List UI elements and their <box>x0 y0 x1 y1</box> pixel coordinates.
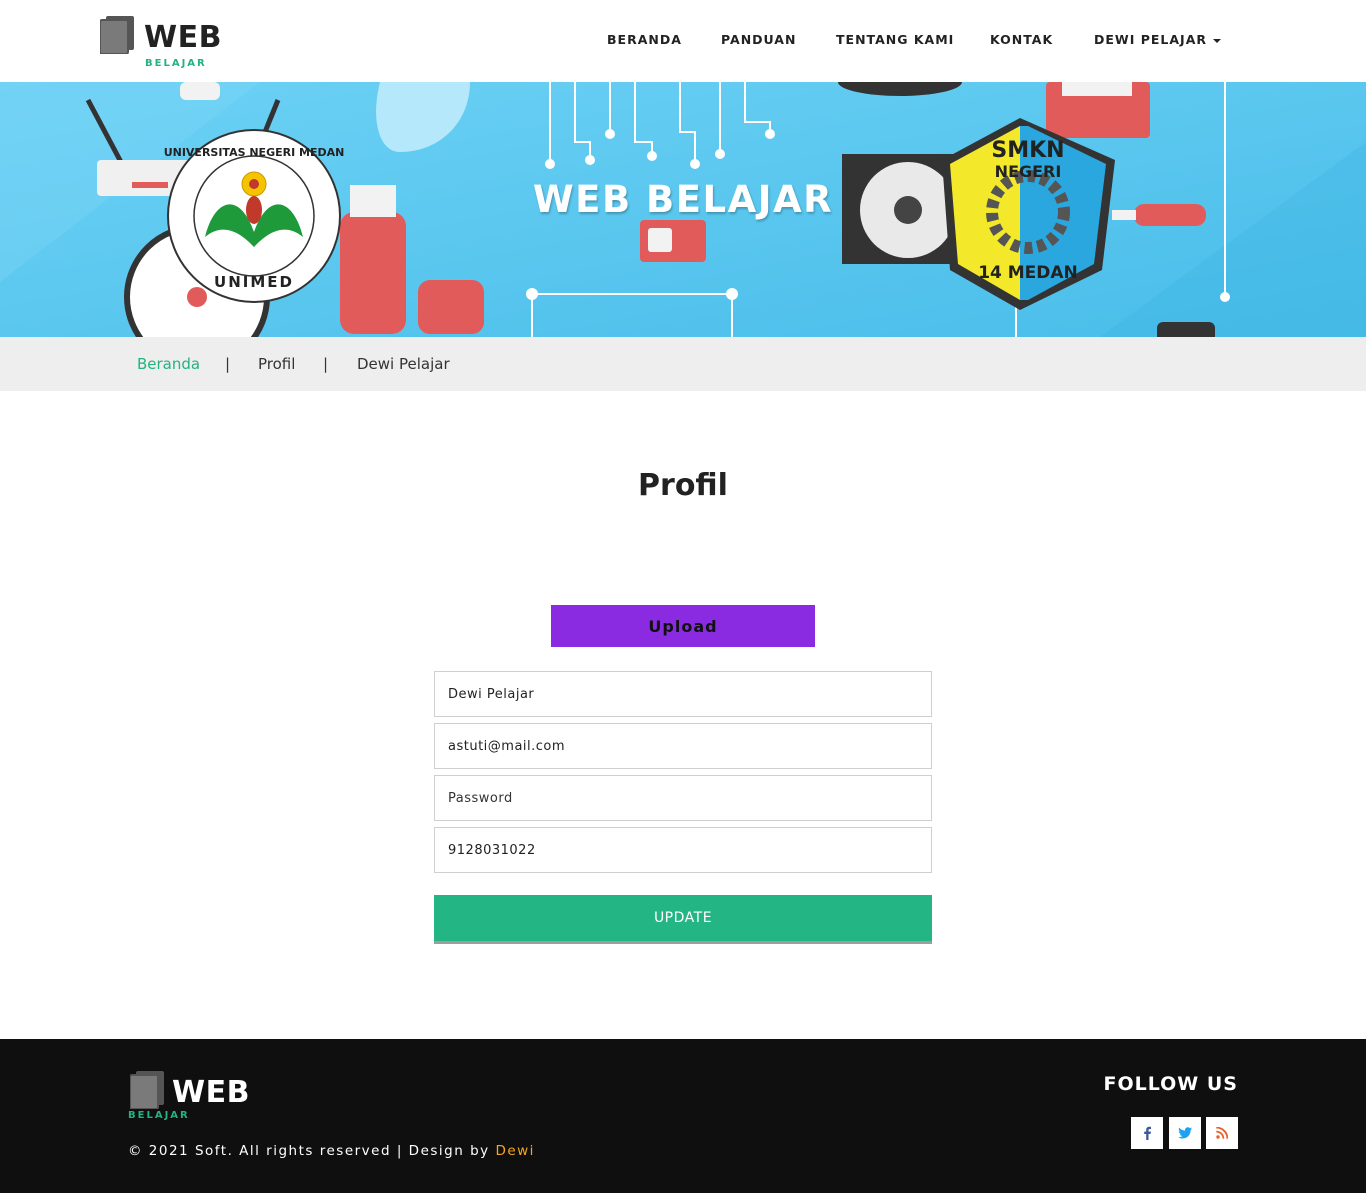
rss-link[interactable] <box>1206 1117 1238 1149</box>
footer-brand-word: WEB <box>172 1075 250 1110</box>
nav-panduan[interactable]: PANDUAN <box>721 32 796 47</box>
nav-tentang-kami[interactable]: TENTANG KAMI <box>836 32 954 47</box>
nav-user-label: DEWI PELAJAR <box>1094 32 1207 47</box>
smkn-emblem-line1: SMKN <box>991 138 1064 163</box>
caret-down-icon <box>1213 38 1221 43</box>
banner-title: WEB BELAJAR <box>532 178 834 221</box>
footer-brand-sub: BELAJAR <box>128 1110 190 1121</box>
breadcrumb-section: Profil <box>258 355 296 373</box>
unimed-seal-text-top: UNIVERSITAS NEGERI MEDAN <box>164 146 345 159</box>
rss-icon <box>1216 1127 1228 1139</box>
breadcrumb-current: Dewi Pelajar <box>357 355 450 373</box>
password-field[interactable] <box>434 775 932 821</box>
breadcrumb-home-link[interactable]: Beranda <box>137 355 200 373</box>
email-field[interactable] <box>434 723 932 769</box>
facebook-link[interactable] <box>1131 1117 1163 1149</box>
copyright-text: © 2021 Soft. All rights reserved | Desig… <box>128 1143 535 1159</box>
twitter-icon <box>1178 1127 1192 1139</box>
facebook-icon <box>1144 1126 1151 1140</box>
breadcrumb-separator: | <box>225 355 231 373</box>
navbar: WEB BELAJAR BERANDA PANDUAN TENTANG KAMI… <box>0 0 1366 82</box>
update-button[interactable]: UPDATE <box>434 895 932 944</box>
phone-field[interactable] <box>434 827 932 873</box>
page-title: Profil <box>638 468 728 503</box>
breadcrumb: Beranda | Profil | Dewi Pelajar <box>0 337 1366 391</box>
nav-user-dropdown[interactable]: DEWI PELAJAR <box>1094 32 1221 47</box>
brand-sub: BELAJAR <box>145 58 207 69</box>
designer-link[interactable]: Dewi <box>495 1143 535 1159</box>
unimed-seal-text-bottom: UNIMED <box>214 273 294 291</box>
twitter-link[interactable] <box>1169 1117 1201 1149</box>
nav-kontak[interactable]: KONTAK <box>990 32 1053 47</box>
breadcrumb-separator: | <box>323 355 329 373</box>
main-nav: BERANDA PANDUAN TENTANG KAMI KONTAK DEWI… <box>0 32 1366 52</box>
hero-banner: UNIVERSITAS NEGERI MEDAN UNIMED SMKN NEG… <box>0 82 1366 337</box>
follow-us-title: FOLLOW US <box>1103 1073 1238 1095</box>
smkn-emblem-line3: 14 MEDAN <box>978 263 1078 283</box>
nav-beranda[interactable]: BERANDA <box>607 32 682 47</box>
upload-button[interactable]: Upload <box>551 605 815 647</box>
name-field[interactable] <box>434 671 932 717</box>
footer-brand-logo[interactable]: WEB BELAJAR <box>128 1071 268 1127</box>
footer: WEB BELAJAR © 2021 Soft. All rights rese… <box>0 1039 1366 1193</box>
copyright-prefix: © 2021 Soft. All rights reserved | Desig… <box>128 1143 496 1159</box>
book-icon <box>130 1071 164 1109</box>
